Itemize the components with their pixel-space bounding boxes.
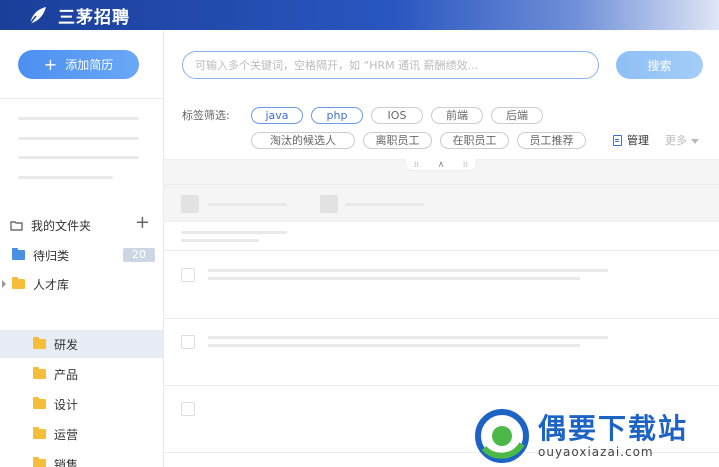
skeleton-checkbox (320, 195, 338, 213)
grip-icon: ⁞⁞ (414, 160, 420, 169)
search-button[interactable]: 搜索 (616, 51, 703, 79)
results-toolbar (164, 184, 719, 222)
tag-current-employees[interactable]: 在职员工 (440, 132, 509, 149)
tag-filter-label: 标签筛选: (182, 109, 230, 122)
watermark-url: ouyaoxiazai.com (538, 444, 654, 459)
tree-item-sales[interactable]: 销售 (0, 450, 163, 467)
skeleton-line (18, 156, 139, 159)
skeleton-line (208, 344, 580, 347)
more-label: 更多 (665, 134, 687, 147)
sidebar-divider (0, 98, 164, 99)
document-icon (613, 134, 622, 146)
row-checkbox[interactable] (181, 402, 195, 416)
folder-header: 我的文件夹 + (10, 212, 150, 234)
tag-php[interactable]: php (311, 107, 363, 124)
search-input[interactable] (182, 51, 599, 79)
tree-item-label: 设计 (54, 397, 79, 412)
skeleton-line (207, 203, 287, 206)
watermark-logo-icon (475, 408, 529, 463)
sidebar: + 添加简历 我的文件夹 + 待归类 20 人才库 研发 产品 设计 运营 销售 (0, 30, 164, 467)
collapse-filter-toggle[interactable]: ⁞⁞ ∧ ⁞⁞ (405, 159, 477, 171)
leaf-logo-icon (28, 6, 46, 25)
manage-tags-button[interactable]: 管理 (613, 132, 649, 148)
tree-item-design[interactable]: 设计 (0, 390, 163, 418)
skeleton-line (208, 269, 608, 272)
skeleton-line (18, 176, 113, 179)
folder-icon (33, 427, 46, 439)
plus-icon: + (43, 54, 58, 74)
tag-eliminated[interactable]: 淘汰的候选人 (251, 132, 355, 149)
tree-item-label: 运营 (54, 427, 79, 442)
row-divider (164, 318, 719, 319)
skeleton-line (18, 137, 139, 140)
row-checkbox[interactable] (181, 335, 195, 349)
chevron-up-icon: ∧ (437, 159, 445, 170)
chevron-down-icon (691, 138, 699, 144)
add-folder-icon[interactable]: + (135, 212, 150, 233)
skeleton-checkbox (181, 195, 199, 213)
tag-former-employees[interactable]: 离职员工 (363, 132, 432, 149)
folder-icon (33, 457, 46, 467)
skeleton-line (208, 336, 608, 339)
folder-title: 我的文件夹 (31, 218, 92, 233)
tree-item-rd[interactable]: 研发 (0, 330, 163, 358)
skeleton-line (208, 277, 580, 280)
tree-item-operations[interactable]: 运营 (0, 420, 163, 448)
folder-icon (33, 337, 46, 349)
logo[interactable]: 三茅招聘 (26, 3, 130, 28)
expand-caret-icon[interactable] (2, 280, 6, 288)
add-resume-button[interactable]: + 添加简历 (18, 50, 139, 79)
folder-icon (33, 397, 46, 409)
skeleton-line (345, 203, 425, 206)
tag-java[interactable]: java (251, 107, 303, 124)
tree-item-label: 待归类 (33, 248, 70, 263)
row-checkbox[interactable] (181, 268, 195, 282)
folder-icon (12, 277, 25, 289)
tree-item-talent-pool[interactable]: 人才库 (0, 270, 163, 298)
watermark: 偶要下载站 ouyaoxiazai.com (472, 404, 719, 467)
app-header: 三茅招聘 (0, 0, 719, 30)
skeleton-line (18, 117, 139, 120)
tree-item-label: 产品 (54, 367, 79, 382)
tree-item-label: 人才库 (33, 277, 70, 292)
skeleton-line (181, 239, 259, 242)
tag-employee-referral[interactable]: 员工推荐 (517, 132, 586, 149)
manage-label: 管理 (627, 134, 649, 147)
add-resume-label: 添加简历 (65, 58, 114, 72)
more-dropdown[interactable]: 更多 (665, 132, 699, 148)
tree-item-label: 销售 (54, 457, 79, 467)
grip-icon: ⁞⁞ (462, 160, 468, 169)
tag-backend[interactable]: 后端 (491, 107, 543, 124)
row-divider (164, 250, 719, 251)
tree-item-label: 研发 (54, 337, 79, 352)
tree-item-unsorted[interactable]: 待归类 20 (0, 241, 163, 269)
tag-ios[interactable]: IOS (371, 107, 423, 124)
tag-frontend[interactable]: 前端 (431, 107, 483, 124)
folder-outline-icon (10, 220, 23, 231)
folder-icon (12, 248, 25, 260)
skeleton-line (181, 231, 287, 234)
watermark-title: 偶要下载站 (538, 411, 689, 445)
tree-item-product[interactable]: 产品 (0, 360, 163, 388)
brand-name: 三茅招聘 (58, 8, 130, 28)
count-badge: 20 (123, 248, 155, 262)
folder-icon (33, 367, 46, 379)
row-divider (164, 385, 719, 386)
